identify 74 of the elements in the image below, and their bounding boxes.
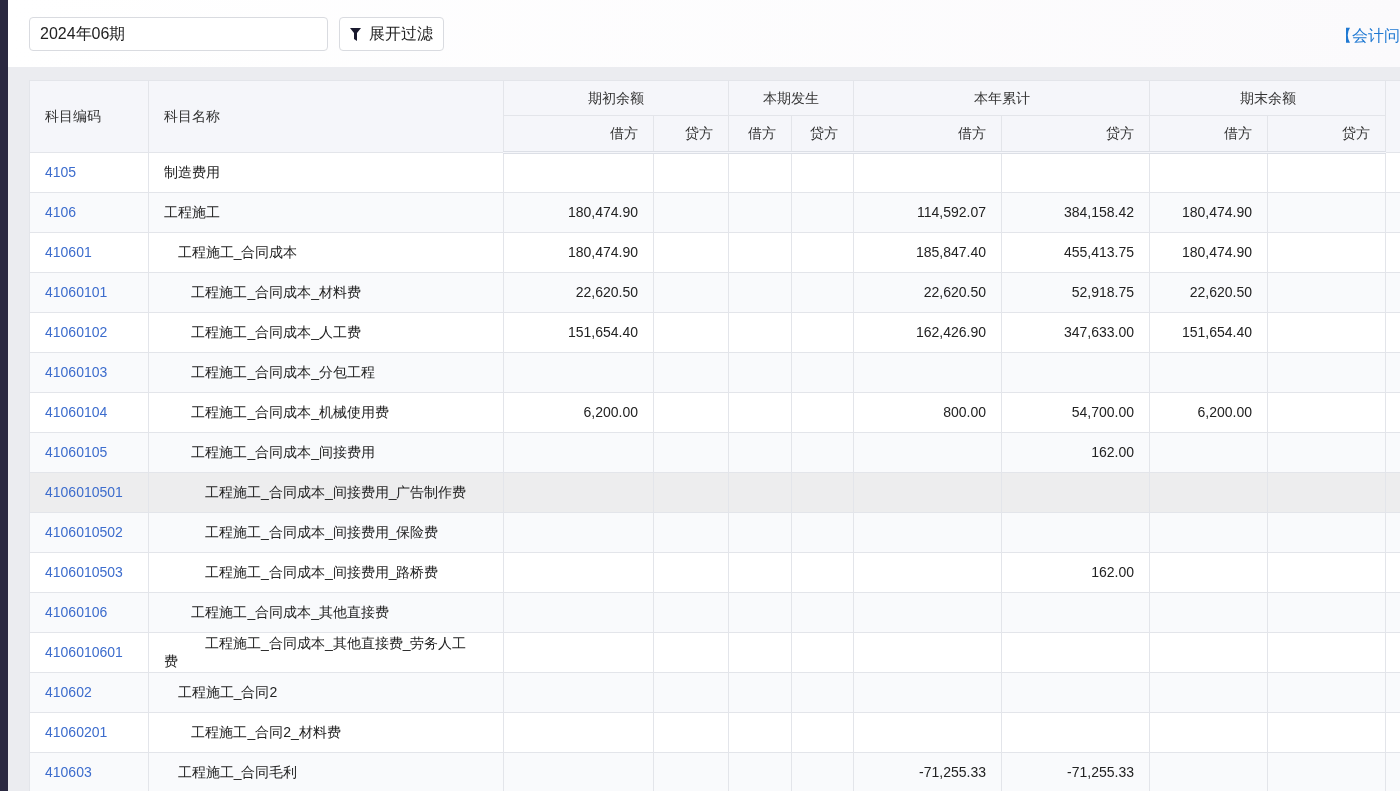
account-name-cell: 工程施工_合同成本_间接费用_路桥费: [148, 552, 504, 593]
amount-cell: 162.00: [1001, 432, 1150, 473]
account-code-link[interactable]: 410602: [29, 672, 149, 713]
amount-cell: 151,654.40: [1149, 312, 1268, 353]
account-code-link[interactable]: 4106010501: [29, 472, 149, 513]
amount-cell: 151,654.40: [503, 312, 654, 353]
amount-cell: 185,847.40: [853, 232, 1002, 273]
account-name-cell: 工程施工_合同2: [148, 672, 504, 713]
account-name-cell: 工程施工_合同成本_间接费用_保险费: [148, 512, 504, 553]
account-name-cell: 工程施工: [148, 192, 504, 233]
account-code-link[interactable]: 4106010502: [29, 512, 149, 553]
amount-cell: 162.00: [1001, 552, 1150, 593]
account-name-cell: 工程施工_合同成本_机械使用费: [148, 392, 504, 433]
amount-cell: 800.00: [853, 392, 1002, 433]
amount-cell: 180,474.90: [503, 232, 654, 273]
column-group-header: 本年累计: [853, 80, 1150, 116]
amount-cell: 347,633.00: [1001, 312, 1150, 353]
column-header: 科目编码: [29, 80, 149, 153]
column-group-header: 期初余额: [503, 80, 729, 116]
account-name-cell: 工程施工_合同成本_其他直接费_劳务人工费: [148, 632, 504, 673]
amount-cell: 180,474.90: [1149, 232, 1268, 273]
account-code-link[interactable]: 410603: [29, 752, 149, 791]
amount-cell: 22,620.50: [853, 272, 1002, 313]
column-header: 贷方: [653, 115, 729, 153]
account-name-cell: 工程施工_合同2_材料费: [148, 712, 504, 753]
account-code-link[interactable]: 4106010601: [29, 632, 149, 673]
account-code-link[interactable]: 41060105: [29, 432, 149, 473]
column-header: 贷方: [791, 115, 854, 153]
account-code-link[interactable]: 4106010503: [29, 552, 149, 593]
account-code-link[interactable]: 410601: [29, 232, 149, 273]
amount-cell: 6,200.00: [1149, 392, 1268, 433]
account-code-link[interactable]: 41060106: [29, 592, 149, 633]
amount-cell: 52,918.75: [1001, 272, 1150, 313]
amount-cell: 180,474.90: [1149, 192, 1268, 233]
amount-cell: 180,474.90: [503, 192, 654, 233]
column-header: 贷方: [1267, 115, 1386, 153]
amount-cell: 162,426.90: [853, 312, 1002, 353]
column-group-header: 期末余额: [1149, 80, 1386, 116]
help-link[interactable]: 【会计问: [1336, 24, 1400, 48]
account-code-link[interactable]: 41060104: [29, 392, 149, 433]
account-name-cell: 工程施工_合同成本_人工费: [148, 312, 504, 353]
column-header: 借方: [728, 115, 792, 153]
account-code-link[interactable]: 41060103: [29, 352, 149, 393]
amount-cell: 455,413.75: [1001, 232, 1150, 273]
account-code-link[interactable]: 41060101: [29, 272, 149, 313]
amount-cell: 6,200.00: [503, 392, 654, 433]
amount-cell: 114,592.07: [853, 192, 1002, 233]
account-name-cell: 工程施工_合同成本_材料费: [148, 272, 504, 313]
account-code-link[interactable]: 4105: [29, 152, 149, 193]
amount-cell: 54,700.00: [1001, 392, 1150, 433]
account-name-cell: 工程施工_合同成本_间接费用: [148, 432, 504, 473]
column-group-header: 本期发生: [728, 80, 854, 116]
account-name-cell: 工程施工_合同成本_间接费用_广告制作费: [148, 472, 504, 513]
account-code-link[interactable]: 41060201: [29, 712, 149, 753]
amount-cell: 384,158.42: [1001, 192, 1150, 233]
account-code-link[interactable]: 4106: [29, 192, 149, 233]
period-field[interactable]: 2024年06期: [29, 17, 328, 51]
column-header: 借方: [1149, 115, 1268, 153]
column-header: 科目名称: [148, 80, 504, 153]
column-header: 贷方: [1001, 115, 1150, 153]
column-header: 借方: [853, 115, 1002, 153]
amount-cell: 22,620.50: [1149, 272, 1268, 313]
account-name-cell: 工程施工_合同成本_分包工程: [148, 352, 504, 393]
amount-cell: -71,255.33: [1001, 752, 1150, 791]
filter-icon: [350, 27, 361, 41]
account-name-cell: 工程施工_合同毛利: [148, 752, 504, 791]
amount-cell: 22,620.50: [503, 272, 654, 313]
account-name-cell: 工程施工_合同成本_其他直接费: [148, 592, 504, 633]
account-code-link[interactable]: 41060102: [29, 312, 149, 353]
account-name-cell: 制造费用: [148, 152, 504, 193]
amount-cell: -71,255.33: [853, 752, 1002, 791]
account-name-cell: 工程施工_合同成本: [148, 232, 504, 273]
column-header: 借方: [503, 115, 654, 153]
filter-button[interactable]: 展开过滤: [339, 17, 444, 51]
